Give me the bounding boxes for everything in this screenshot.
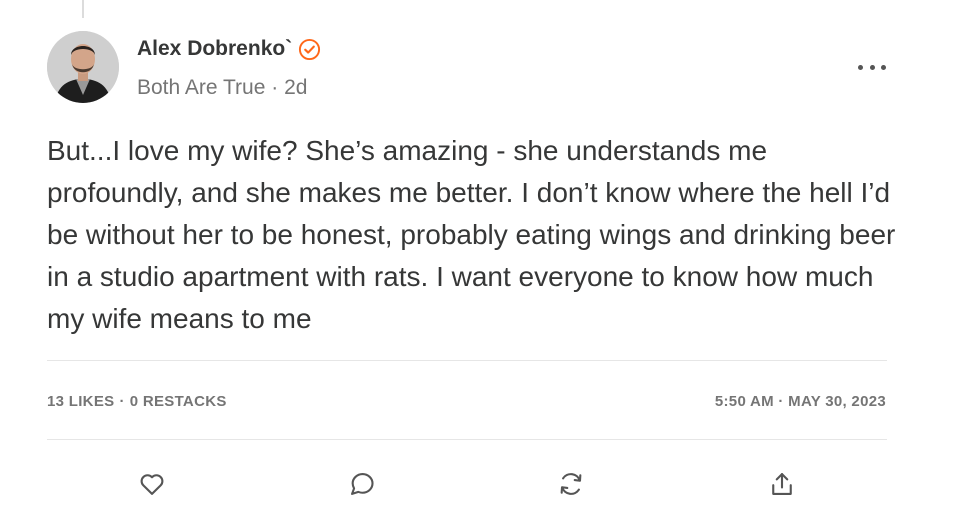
heart-icon (140, 474, 164, 495)
comment-icon (351, 473, 374, 495)
publication-name[interactable]: Both Are True (137, 76, 265, 99)
stats-separator: · (119, 393, 125, 410)
author-row: Alex Dobrenko` (137, 37, 321, 61)
more-dot (869, 64, 875, 70)
restacks-count[interactable]: 0 RESTACKS (130, 393, 227, 410)
share-button[interactable] (767, 469, 797, 499)
post-meta: Both Are True · 2d (137, 76, 307, 100)
divider-top (47, 360, 887, 361)
like-button[interactable] (137, 469, 167, 499)
more-dot (858, 64, 863, 70)
likes-count[interactable]: 13 LIKES (47, 393, 114, 410)
avatar[interactable] (47, 31, 119, 103)
more-dot (881, 64, 886, 70)
avatar-image (47, 31, 119, 103)
share-icon (772, 473, 792, 495)
comment-button[interactable] (347, 469, 377, 499)
verified-badge-icon (298, 38, 321, 61)
author-name[interactable]: Alex Dobrenko` (137, 37, 292, 61)
post-timestamp: 5:50 AM · MAY 30, 2023 (714, 393, 886, 410)
restack-button[interactable] (556, 469, 586, 499)
divider-bottom (47, 439, 887, 440)
meta-separator: · (271, 76, 279, 99)
post-age: 2d (284, 76, 308, 99)
more-horizontal-icon[interactable] (858, 60, 886, 74)
post-body: But...I love my wife? She’s amazing - sh… (47, 135, 896, 334)
restack-icon (560, 473, 582, 495)
thread-connector (82, 0, 84, 18)
post-stats: 13 LIKES · 0 RESTACKS (47, 393, 227, 410)
